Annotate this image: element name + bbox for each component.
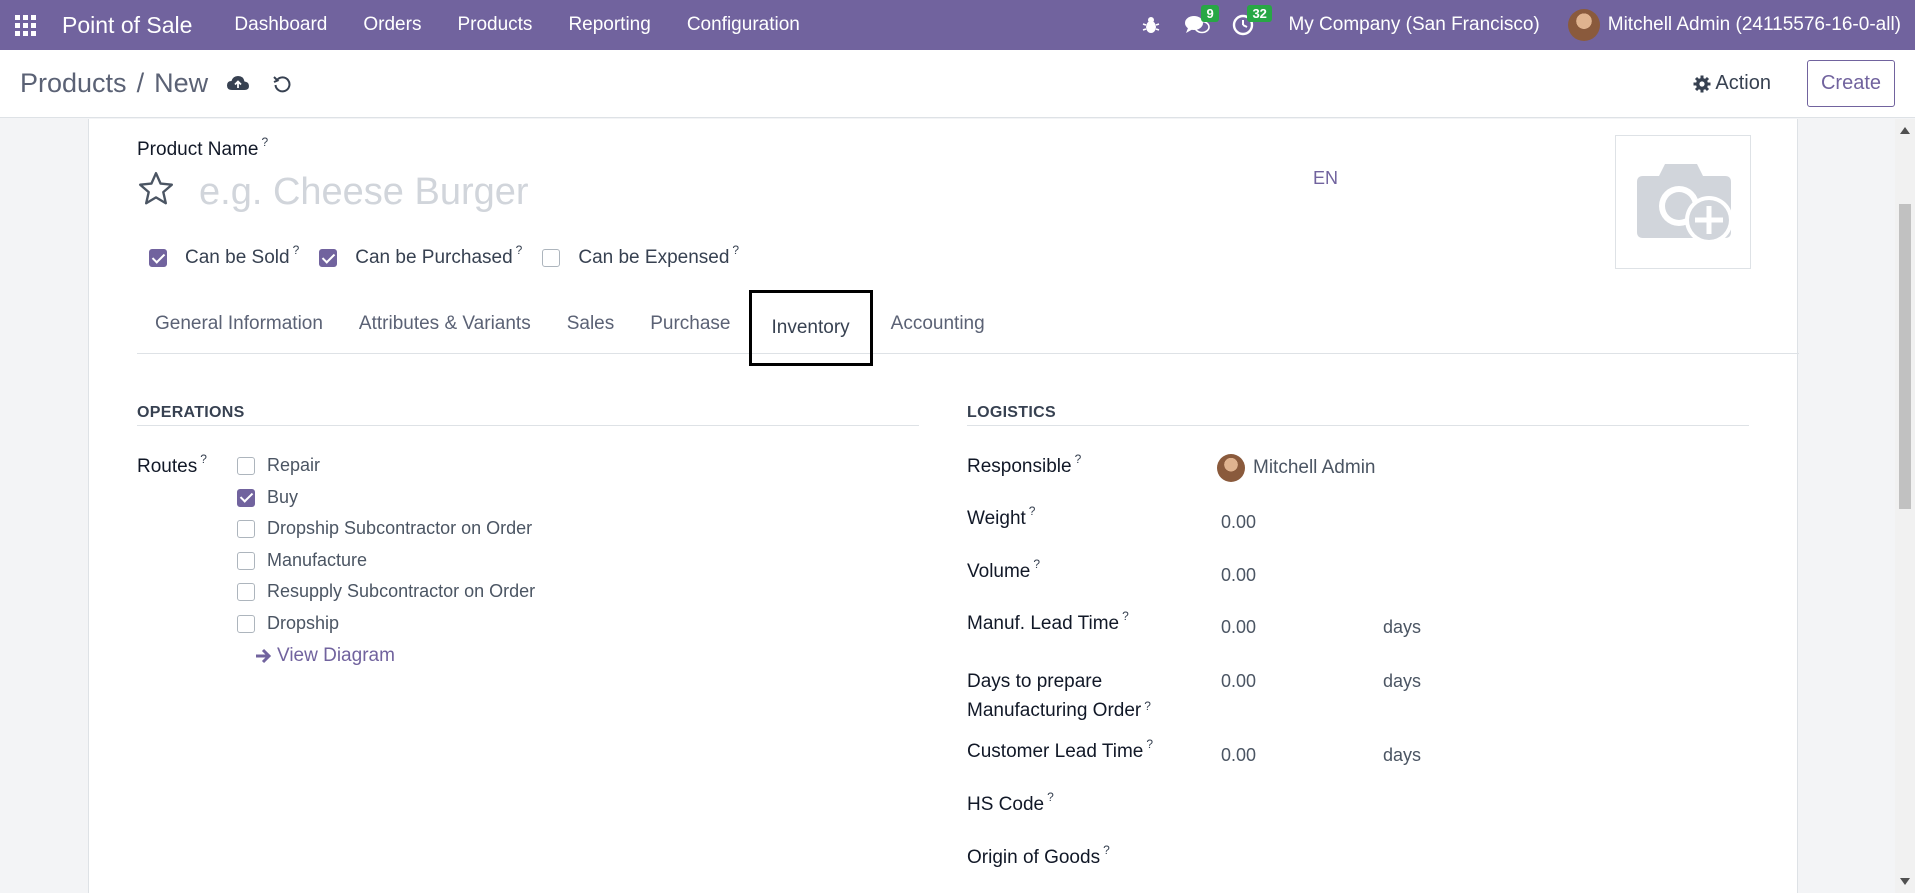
breadcrumb-current: New (154, 68, 209, 98)
can-be-purchased-label: Can be Purchased? (355, 243, 523, 268)
language-toggle[interactable]: EN (1313, 168, 1338, 189)
save-cloud-icon[interactable] (218, 64, 258, 104)
route-repair[interactable]: Repair (237, 455, 320, 476)
tab-inventory[interactable]: Inventory (748, 289, 873, 366)
scrollbar-thumb[interactable] (1899, 204, 1911, 509)
route-dropship-subcontractor-checkbox[interactable] (237, 519, 255, 538)
create-button[interactable]: Create (1806, 60, 1895, 107)
tab-general-information[interactable]: General Information (137, 294, 341, 354)
customer-lead-time-label: Customer Lead Time? (967, 737, 1154, 762)
logistics-title: LOGISTICS (967, 404, 1056, 421)
page-scrollbar[interactable] (1895, 119, 1915, 893)
arrow-right-icon (256, 648, 272, 664)
action-button[interactable]: Action (1693, 72, 1771, 95)
company-switcher[interactable]: My Company (San Francisco) (1288, 14, 1539, 36)
manuf-lead-time-input[interactable]: 0.00 (1221, 617, 1256, 638)
gear-icon (1693, 75, 1711, 92)
weight-label: Weight? (967, 504, 1036, 529)
responsible-label: Responsible? (967, 452, 1082, 477)
form-sheet: Product Name? EN Can be Sold? Can be Pur… (88, 119, 1799, 893)
notebook-tabs: General Information Attributes & Variant… (137, 289, 1799, 366)
menu-configuration[interactable]: Configuration (669, 14, 818, 36)
form-view: Product Name? EN Can be Sold? Can be Pur… (0, 119, 1895, 893)
route-buy-checkbox[interactable] (237, 488, 255, 507)
user-avatar (1567, 9, 1600, 41)
route-dropship-checkbox[interactable] (237, 614, 255, 633)
user-menu[interactable]: Mitchell Admin (24115576-16-0-all) (1567, 9, 1901, 41)
apps-grid-icon[interactable] (0, 0, 50, 50)
favorite-star-icon[interactable] (137, 170, 175, 208)
hs-code-label: HS Code? (967, 790, 1054, 815)
menu-orders[interactable]: Orders (345, 14, 439, 36)
route-repair-checkbox[interactable] (237, 456, 255, 475)
action-label: Action (1715, 72, 1771, 94)
route-buy[interactable]: Buy (237, 487, 298, 508)
messages-chat-icon[interactable]: 9 (1174, 0, 1220, 50)
product-name-label: Product Name? (137, 135, 269, 160)
menu-products[interactable]: Products (439, 14, 550, 36)
operations-title: OPERATIONS (137, 404, 245, 421)
route-dropship[interactable]: Dropship (237, 613, 339, 634)
menu-dashboard[interactable]: Dashboard (216, 14, 345, 36)
top-navbar: Point of Sale Dashboard Orders Products … (0, 0, 1915, 50)
route-manufacture[interactable]: Manufacture (237, 550, 367, 571)
customer-lead-time-unit: days (1383, 745, 1422, 765)
days-to-prepare-unit: days (1383, 671, 1422, 691)
product-image-upload[interactable] (1615, 135, 1751, 269)
breadcrumb-separator: / (136, 68, 145, 98)
responsible-field[interactable]: Mitchell Admin (1217, 454, 1376, 482)
messages-badge: 9 (1201, 5, 1219, 22)
volume-label: Volume? (967, 557, 1041, 582)
product-name-input[interactable] (197, 169, 1297, 215)
debug-bug-icon[interactable] (1128, 0, 1174, 50)
activities-clock-icon[interactable]: 32 (1220, 0, 1272, 50)
control-panel: Products / New Action Create (0, 50, 1915, 118)
can-be-purchased-checkbox[interactable] (319, 249, 338, 267)
customer-lead-time-input[interactable]: 0.00 (1221, 745, 1256, 766)
activities-badge: 32 (1247, 5, 1272, 22)
tab-attributes-variants[interactable]: Attributes & Variants (341, 294, 549, 354)
origin-of-goods-label: Origin of Goods? (967, 843, 1110, 868)
logistics-divider (967, 425, 1749, 426)
can-be-expensed-checkbox[interactable] (542, 249, 561, 267)
scroll-down-arrow-icon[interactable] (1900, 878, 1910, 885)
route-dropship-subcontractor[interactable]: Dropship Subcontractor on Order (237, 518, 532, 539)
can-be-sold-label: Can be Sold? (185, 243, 300, 268)
user-name: Mitchell Admin (24115576-16-0-all) (1607, 14, 1901, 35)
tab-accounting[interactable]: Accounting (873, 294, 1003, 354)
breadcrumb-products-link[interactable]: Products (20, 68, 127, 99)
manuf-lead-time-unit: days (1383, 617, 1422, 637)
days-to-prepare-input[interactable]: 0.00 (1221, 671, 1256, 692)
route-resupply-subcontractor-checkbox[interactable] (237, 582, 255, 601)
can-be-expensed-label: Can be Expensed? (578, 243, 740, 268)
tab-sales[interactable]: Sales (549, 294, 633, 354)
routes-label: Routes? (137, 452, 207, 477)
manuf-lead-time-label: Manuf. Lead Time? (967, 609, 1129, 634)
can-be-sold-checkbox[interactable] (149, 249, 167, 267)
route-resupply-subcontractor[interactable]: Resupply Subcontractor on Order (237, 581, 535, 602)
menu-reporting[interactable]: Reporting (550, 14, 668, 36)
volume-input[interactable]: 0.00 (1221, 565, 1256, 586)
route-manufacture-checkbox[interactable] (237, 551, 255, 570)
scroll-up-arrow-icon[interactable] (1900, 127, 1910, 134)
responsible-avatar (1217, 454, 1245, 482)
breadcrumb: Products / New (20, 68, 208, 99)
operations-divider (137, 425, 919, 426)
product-options: Can be Sold? Can be Purchased? Can be Ex… (149, 243, 759, 269)
tab-purchase[interactable]: Purchase (632, 294, 748, 354)
view-diagram-link[interactable]: View Diagram (255, 645, 395, 667)
discard-undo-icon[interactable] (262, 64, 302, 104)
weight-input[interactable]: 0.00 (1221, 512, 1256, 533)
days-to-prepare-label: Days to prepare Manufacturing Order? (967, 671, 1151, 721)
camera-plus-icon (1637, 164, 1733, 244)
app-title[interactable]: Point of Sale (62, 12, 192, 39)
